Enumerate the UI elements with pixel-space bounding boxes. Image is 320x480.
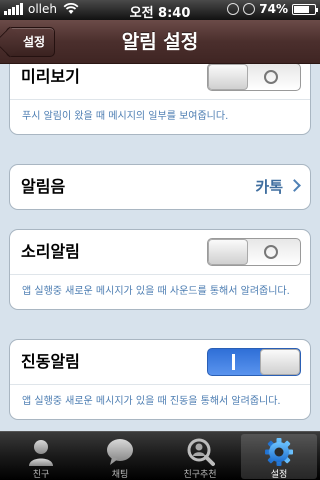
tab-settings[interactable]: 설정 bbox=[241, 434, 317, 480]
toggle-knob bbox=[208, 239, 248, 265]
on-indicator-icon bbox=[232, 354, 235, 370]
tab-label: 친구추천 bbox=[183, 470, 217, 480]
toggle-knob bbox=[208, 64, 248, 90]
status-bar: olleh 오전 8:40 74% bbox=[0, 0, 320, 21]
settings-list[interactable]: 미리보기 푸시 알림이 왔을 때 메시지의 일부를 보여줍니다. 알림음 카톡 … bbox=[0, 64, 320, 432]
tab-friends[interactable]: 친구 bbox=[3, 434, 79, 480]
rotation-lock-icon bbox=[227, 3, 240, 15]
preview-cell: 미리보기 bbox=[10, 64, 310, 99]
preview-description: 푸시 알림이 왔을 때 메시지의 일부를 보여줍니다. bbox=[10, 99, 310, 134]
sound-alert-description: 앱 실행중 새로운 메시지가 있을 때 사운드를 통해서 알려줍니다. bbox=[10, 274, 310, 309]
tab-label: 채팅 bbox=[111, 470, 129, 480]
sound-alert-toggle[interactable] bbox=[207, 238, 301, 266]
search-person-icon bbox=[187, 438, 215, 466]
alarm-icon bbox=[243, 3, 256, 15]
preview-toggle[interactable] bbox=[207, 64, 301, 91]
ringtone-value: 카톡 bbox=[255, 178, 283, 196]
ringtone-group: 알림음 카톡 bbox=[9, 164, 311, 210]
chevron-right-icon bbox=[288, 179, 301, 192]
battery-icon bbox=[292, 3, 318, 15]
tab-label: 친구 bbox=[32, 470, 50, 480]
vibration-alert-toggle[interactable] bbox=[207, 348, 301, 376]
tab-chats[interactable]: 채팅 bbox=[82, 434, 158, 480]
tab-label: 설정 bbox=[270, 470, 288, 480]
navigation-bar: 설정 알림 설정 bbox=[0, 20, 320, 64]
vibration-alert-group: 진동알림 앱 실행중 새로운 메시지가 있을 때 진동을 통해서 알려줍니다. bbox=[9, 339, 311, 420]
ringtone-label: 알림음 bbox=[21, 177, 66, 196]
sound-alert-cell: 소리알림 bbox=[10, 230, 310, 274]
preview-label: 미리보기 bbox=[21, 67, 80, 86]
ringtone-cell[interactable]: 알림음 카톡 bbox=[10, 165, 310, 209]
tab-friend-recommend[interactable]: 친구추천 bbox=[162, 434, 238, 480]
vibration-alert-label: 진동알림 bbox=[21, 352, 80, 371]
preview-group: 미리보기 푸시 알림이 왔을 때 메시지의 일부를 보여줍니다. bbox=[9, 64, 311, 135]
off-indicator-icon bbox=[264, 70, 278, 84]
sound-alert-group: 소리알림 앱 실행중 새로운 메시지가 있을 때 사운드를 통해서 알려줍니다. bbox=[9, 229, 311, 310]
speech-bubble-icon bbox=[107, 439, 133, 465]
battery-percent: 74% bbox=[259, 2, 288, 16]
sound-alert-label: 소리알림 bbox=[21, 242, 80, 261]
off-indicator-icon bbox=[264, 245, 278, 259]
vibration-alert-description: 앱 실행중 새로운 메시지가 있을 때 진동을 통해서 알려줍니다. bbox=[10, 384, 310, 419]
person-icon bbox=[29, 440, 53, 466]
gear-icon bbox=[265, 438, 293, 466]
tab-bar: 친구 채팅 친구추천 설정 bbox=[0, 431, 320, 480]
page-title: 알림 설정 bbox=[121, 31, 199, 53]
toggle-knob bbox=[260, 349, 300, 375]
vibration-alert-cell: 진동알림 bbox=[10, 340, 310, 384]
